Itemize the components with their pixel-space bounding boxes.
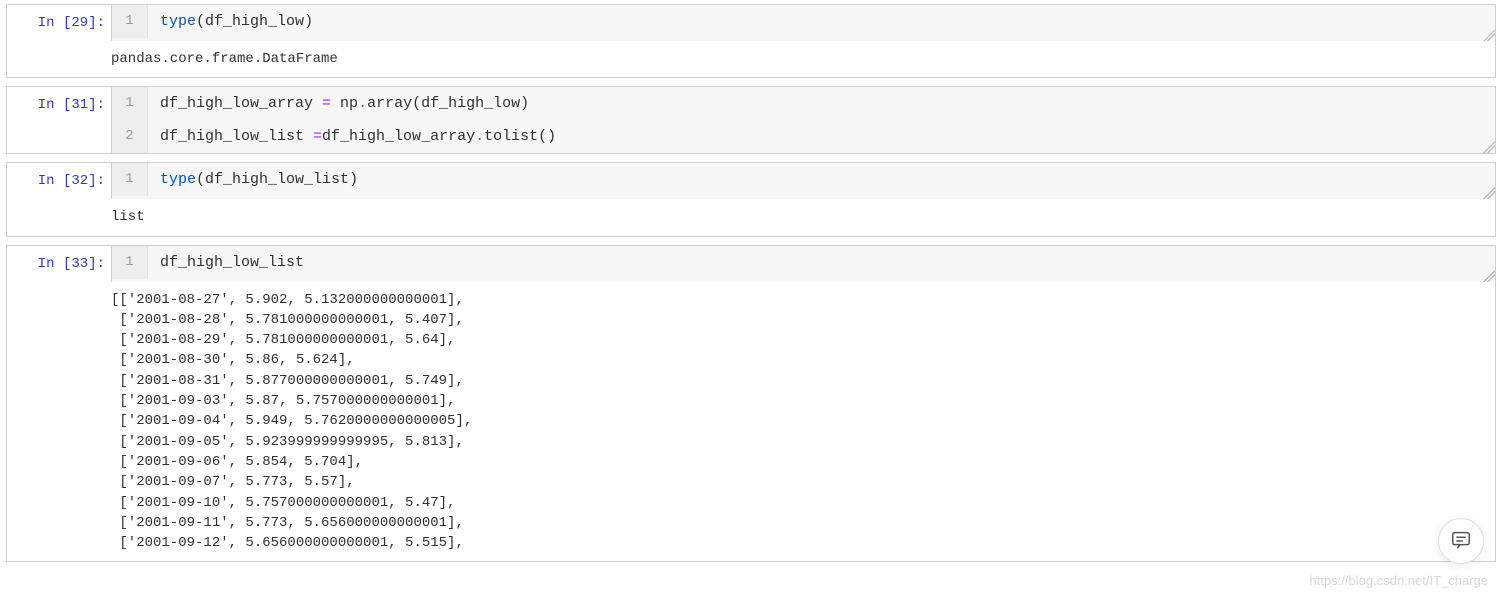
code-input-area[interactable]: 1df_high_low_array = np.array(df_high_lo…: [111, 87, 1495, 153]
input-prompt: In [32]:: [7, 163, 111, 199]
output-row: [['2001-08-27', 5.902, 5.132000000000001…: [7, 282, 1495, 562]
resize-handle-icon[interactable]: [1483, 29, 1495, 41]
code-text[interactable]: type(df_high_low_list): [148, 163, 1495, 196]
line-number: 1: [112, 163, 148, 196]
code-line[interactable]: 1df_high_low_array = np.array(df_high_lo…: [112, 87, 1495, 120]
code-text[interactable]: type(df_high_low): [148, 5, 1495, 38]
code-input-area[interactable]: 1df_high_low_list: [111, 246, 1495, 282]
line-number: 1: [112, 5, 148, 38]
output-text: list: [111, 199, 1495, 235]
notebook-cell: In [29]:1type(df_high_low)pandas.core.fr…: [6, 4, 1496, 78]
chat-bubble-button[interactable]: [1438, 518, 1484, 564]
output-text: [['2001-08-27', 5.902, 5.132000000000001…: [111, 282, 1495, 562]
code-line[interactable]: 1type(df_high_low): [112, 5, 1495, 38]
notebook-cell: In [32]:1type(df_high_low_list)list: [6, 162, 1496, 236]
code-line[interactable]: 2df_high_low_list =df_high_low_array.tol…: [112, 120, 1495, 153]
output-prompt: [7, 41, 111, 77]
line-number: 1: [112, 246, 148, 279]
notebook-cell: In [33]:1df_high_low_list[['2001-08-27',…: [6, 245, 1496, 563]
input-prompt: In [31]:: [7, 87, 111, 153]
code-line[interactable]: 1df_high_low_list: [112, 246, 1495, 279]
output-prompt: [7, 282, 111, 562]
code-text[interactable]: df_high_low_array = np.array(df_high_low…: [148, 87, 1495, 120]
code-text[interactable]: df_high_low_list: [148, 246, 1495, 279]
code-input-area[interactable]: 1type(df_high_low_list): [111, 163, 1495, 199]
input-prompt: In [33]:: [7, 246, 111, 282]
line-number: 2: [112, 120, 148, 153]
resize-handle-icon[interactable]: [1483, 187, 1495, 199]
line-number: 1: [112, 87, 148, 120]
resize-handle-icon[interactable]: [1483, 270, 1495, 282]
chat-icon: [1450, 529, 1472, 554]
notebook-cell: In [31]:1df_high_low_array = np.array(df…: [6, 86, 1496, 154]
input-prompt: In [29]:: [7, 5, 111, 41]
resize-handle-icon[interactable]: [1483, 141, 1495, 153]
code-text[interactable]: df_high_low_list =df_high_low_array.toli…: [148, 120, 1495, 153]
output-row: pandas.core.frame.DataFrame: [7, 41, 1495, 77]
output-text: pandas.core.frame.DataFrame: [111, 41, 1495, 77]
watermark-text: https://blog.csdn.net/IT_charge: [1310, 573, 1489, 588]
code-line[interactable]: 1type(df_high_low_list): [112, 163, 1495, 196]
code-input-area[interactable]: 1type(df_high_low): [111, 5, 1495, 41]
output-prompt: [7, 199, 111, 235]
output-row: list: [7, 199, 1495, 235]
